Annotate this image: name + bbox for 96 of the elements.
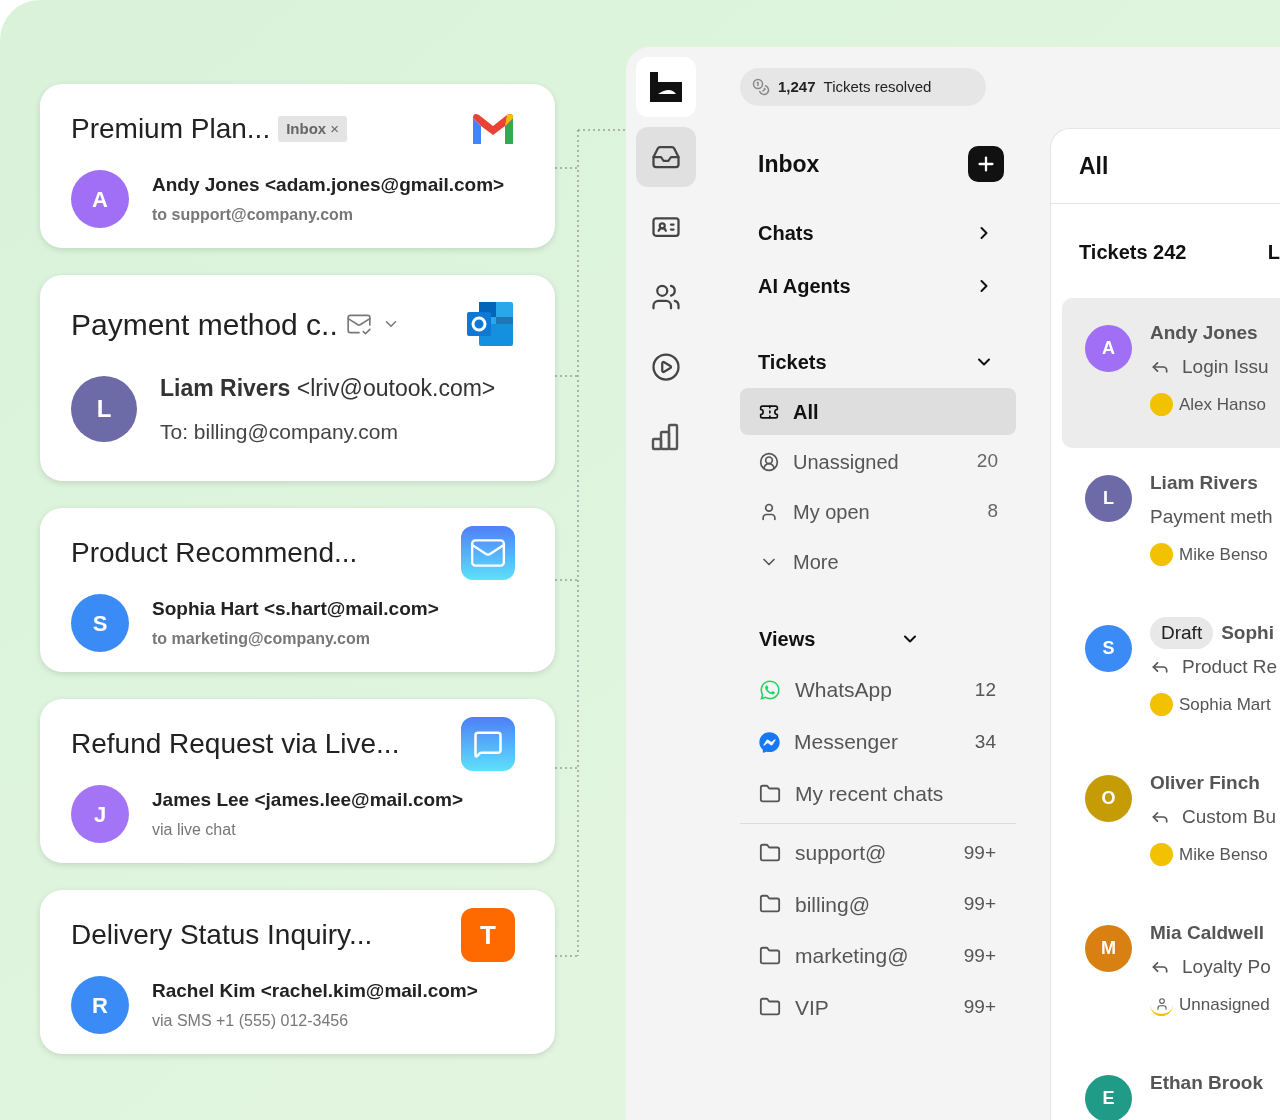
- recipient-text: To: billing@company.com: [160, 418, 400, 445]
- sender-avatar: L: [71, 376, 137, 442]
- sender-address: Andy Jones <adam.jones@gmail.com>: [152, 172, 505, 197]
- email-card[interactable]: Premium Plan... Inbox × A Andy Jones <adam.jones@gmail.com> to support@company.com: [40, 84, 555, 248]
- user-circle-icon: [759, 451, 779, 472]
- recipient-text: via SMS +1 (555) 012-3456: [152, 1011, 350, 1032]
- view-item[interactable]: My recent chats: [740, 768, 1016, 820]
- email-card[interactable]: Delivery Status Inquiry... T R Rachel Kim <rachel.kim@mail.com> via SMS +1 (555) 012-3456: [40, 890, 555, 1054]
- recipient-text: to marketing@company.com: [152, 629, 371, 650]
- contact-avatar: O: [1085, 775, 1132, 822]
- ticket-subject: Custom Bu: [1182, 804, 1276, 829]
- tickets-count: Tickets 242: [1079, 240, 1187, 265]
- email-subject: Premium Plan...: [71, 112, 271, 146]
- nav-item[interactable]: More: [740, 538, 1016, 585]
- email-card[interactable]: Payment method c.. L Liam Rivers <lriv@outook.com> To: billing@company.com: [40, 275, 555, 481]
- messenger-icon: [759, 731, 780, 753]
- nav-item[interactable]: All: [740, 388, 1016, 435]
- recipient-text: to support@company.com: [152, 205, 355, 226]
- view-item[interactable]: WhatsApp 12: [740, 664, 1016, 716]
- mail-app-icon: [461, 526, 515, 580]
- users-icon: [651, 282, 681, 312]
- folder-item[interactable]: VIP 99+: [740, 981, 1016, 1033]
- add-button[interactable]: [968, 146, 1004, 182]
- assignee-name: Mike Benso: [1179, 544, 1268, 566]
- assignee-name: Mike Benso: [1179, 844, 1268, 866]
- inbox-title: Inbox: [758, 149, 820, 179]
- contact-avatar: E: [1085, 1075, 1132, 1120]
- contact-avatar: A: [1085, 325, 1132, 372]
- folder-icon: [759, 944, 781, 967]
- ticket-row[interactable]: O Oliver Finch Custom Bu Mike Benso: [1062, 748, 1280, 898]
- nav-item[interactable]: Unassigned 20: [740, 438, 1016, 485]
- panel-title: All: [1079, 151, 1109, 181]
- sender-avatar: S: [71, 594, 129, 652]
- ticket-subject: Product Re: [1182, 654, 1278, 679]
- nav-section[interactable]: AI Agents: [740, 259, 1016, 312]
- sender-address: Liam Rivers <lriv@outook.com>: [160, 374, 496, 403]
- contact-name: Mia Caldwell: [1150, 920, 1265, 945]
- ticket-row[interactable]: L Liam Rivers Payment meth Mike Benso: [1062, 448, 1280, 598]
- sender-avatar: J: [71, 785, 129, 843]
- assignee-name: Alex Hanso: [1179, 394, 1266, 416]
- folder-item[interactable]: billing@ 99+: [740, 878, 1016, 930]
- rail-button[interactable]: [636, 127, 696, 187]
- nav-section[interactable]: Views: [740, 614, 920, 664]
- column-heading: L: [1267, 240, 1280, 265]
- logo-button[interactable]: [636, 57, 696, 117]
- mail-logo-icon: [467, 302, 515, 346]
- app-logo-icon: [650, 72, 682, 102]
- contact-name: Oliver Finch: [1150, 770, 1260, 795]
- nav-item[interactable]: My open 8: [740, 488, 1016, 535]
- ticket-row[interactable]: E Ethan Brook: [1062, 1048, 1280, 1120]
- contact-name: Andy Jones: [1150, 320, 1258, 345]
- ticket-subject: Login Issu: [1182, 354, 1269, 379]
- sender-avatar: A: [71, 170, 129, 228]
- recipient-text: via live chat: [152, 820, 237, 841]
- ticket-subject: Payment meth: [1150, 504, 1273, 529]
- inbox-tag[interactable]: Inbox ×: [278, 115, 348, 143]
- chat-app-icon: [461, 717, 515, 771]
- nav-section[interactable]: Tickets: [740, 335, 1016, 388]
- folder-icon: [759, 783, 781, 805]
- email-card[interactable]: Refund Request via Live... J James Lee <james.lee@mail.com> via live chat: [40, 699, 555, 863]
- view-item[interactable]: Messenger 34: [740, 716, 1016, 768]
- contact-avatar: M: [1085, 925, 1132, 972]
- draft-badge: Draft: [1150, 616, 1214, 650]
- assignee-name: Sophia Mart: [1179, 694, 1271, 716]
- contact-name: Sophi: [1221, 620, 1274, 645]
- sender-address: James Lee <james.lee@mail.com>: [152, 787, 464, 812]
- play-icon: [651, 352, 681, 382]
- ticket-row[interactable]: S Draft Sophi Product Re Sophia Mart: [1062, 598, 1280, 748]
- nav-section[interactable]: Chats: [740, 206, 1016, 259]
- email-subject: Refund Request via Live...: [71, 727, 400, 761]
- sender-avatar: R: [71, 976, 129, 1034]
- email-subject: Payment method c..: [71, 306, 338, 343]
- ticket-subject: Loyalty Po: [1182, 954, 1271, 979]
- contact-avatar: S: [1085, 625, 1132, 672]
- assignee-name: Unnasigned: [1179, 994, 1270, 1016]
- contact-name: Liam Rivers: [1150, 470, 1258, 495]
- folder-item[interactable]: marketing@ 99+: [740, 930, 1016, 982]
- ticket-row[interactable]: A Andy Jones Login Issu Alex Hanso: [1062, 298, 1280, 448]
- contact-name: Ethan Brook: [1150, 1070, 1263, 1095]
- sender-address: Sophia Hart <s.hart@mail.com>: [152, 596, 439, 621]
- stats-value: 1,247: [778, 76, 816, 97]
- ticket-row[interactable]: M Mia Caldwell Loyalty Po Unnasigned: [1062, 898, 1280, 1048]
- user-icon: [759, 501, 779, 522]
- folder-icon: [759, 841, 781, 864]
- mail-logo-icon: [471, 112, 515, 146]
- bar-chart-icon: [651, 423, 681, 451]
- folder-item[interactable]: support@ 99+: [740, 827, 1016, 879]
- contact-avatar: L: [1085, 475, 1132, 522]
- stats-label: Tickets resolved: [823, 76, 932, 97]
- email-subject: Product Recommend...: [71, 536, 358, 570]
- app-logo: T: [461, 908, 515, 962]
- whatsapp-icon: [759, 679, 781, 701]
- email-card[interactable]: Product Recommend... S Sophia Hart <s.hart@mail.com> to marketing@company.com: [40, 508, 555, 672]
- coins-icon: [752, 78, 770, 96]
- email-subject: Delivery Status Inquiry...: [71, 918, 373, 952]
- sender-address: Rachel Kim <rachel.kim@mail.com>: [152, 978, 478, 1003]
